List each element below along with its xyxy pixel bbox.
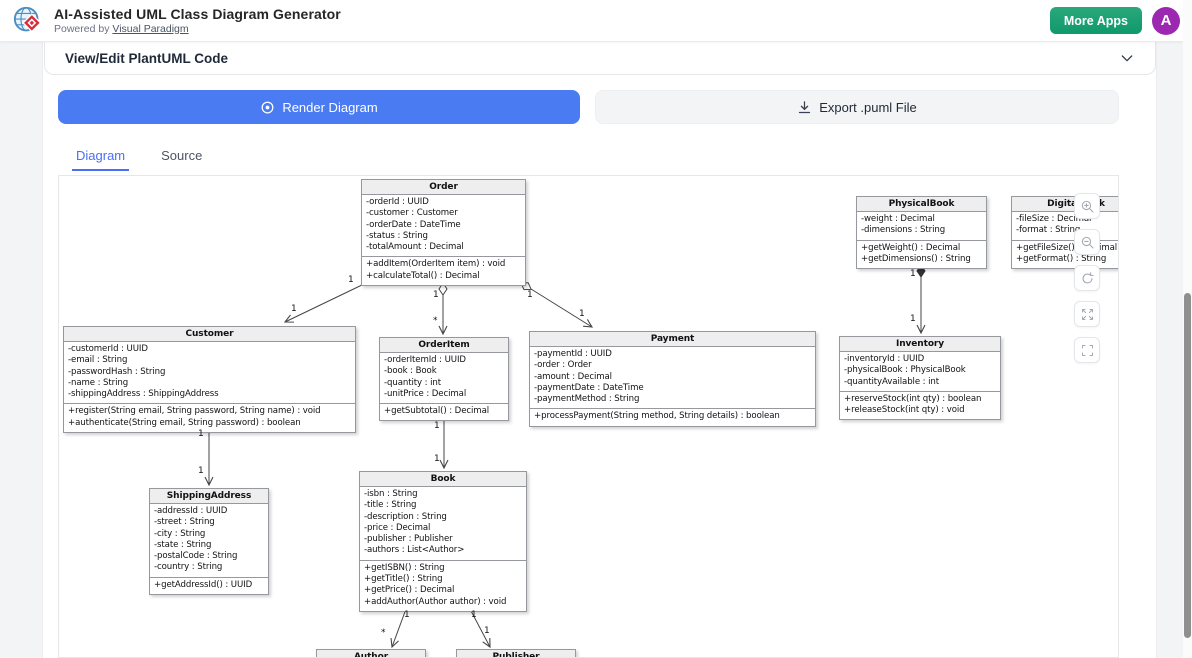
page-scrollbar bbox=[1183, 0, 1192, 658]
expand-button[interactable] bbox=[1074, 301, 1100, 327]
chevron-down-icon[interactable] bbox=[1119, 50, 1135, 66]
expand-icon bbox=[1080, 307, 1095, 322]
export-puml-button[interactable]: Export .puml File bbox=[595, 90, 1119, 124]
diagram-canvas[interactable]: Order -orderId : UUID -customer : Custom… bbox=[58, 175, 1119, 658]
page-title: AI-Assisted UML Class Diagram Generator bbox=[54, 6, 341, 22]
avatar[interactable]: A bbox=[1152, 7, 1180, 35]
multiplicity-label: 1 bbox=[527, 290, 533, 300]
tab-source[interactable]: Source bbox=[157, 142, 206, 171]
zoom-in-button[interactable] bbox=[1074, 193, 1100, 219]
multiplicity-label: 1 bbox=[291, 304, 297, 314]
canvas-controls bbox=[1074, 193, 1100, 363]
multiplicity-label: * bbox=[433, 316, 438, 326]
uml-class-orderitem: OrderItem -orderItemId : UUID -book : Bo… bbox=[379, 337, 509, 421]
multiplicity-label: 1 bbox=[910, 314, 916, 324]
reset-icon bbox=[1080, 271, 1095, 286]
zoom-out-icon bbox=[1080, 235, 1095, 250]
zoom-out-button[interactable] bbox=[1074, 229, 1100, 255]
more-apps-button[interactable]: More Apps bbox=[1050, 7, 1142, 34]
multiplicity-label: 1 bbox=[198, 466, 204, 476]
multiplicity-label: 1 bbox=[434, 421, 440, 431]
scrollbar-thumb[interactable] bbox=[1184, 293, 1191, 638]
uml-class-digitalbook: DigitalBook -fileSize : Decimal -format … bbox=[1011, 196, 1119, 269]
uml-class-author: Author bbox=[316, 649, 426, 658]
uml-class-inventory: Inventory -inventoryId : UUID -physicalB… bbox=[839, 336, 1001, 420]
fit-to-screen-button[interactable] bbox=[1074, 337, 1100, 363]
view-tabs: Diagram Source bbox=[58, 140, 1119, 171]
uml-class-order: Order -orderId : UUID -customer : Custom… bbox=[361, 179, 526, 286]
visual-paradigm-link[interactable]: Visual Paradigm bbox=[112, 23, 188, 35]
zoom-in-icon bbox=[1080, 199, 1095, 214]
panel-title: View/Edit PlantUML Code bbox=[65, 51, 228, 66]
uml-class-payment: Payment -paymentId : UUID -order : Order… bbox=[529, 331, 816, 427]
app-header: AI-Assisted UML Class Diagram Generator … bbox=[0, 0, 1192, 42]
render-diagram-button[interactable]: Render Diagram bbox=[58, 90, 580, 124]
multiplicity-label: * bbox=[381, 628, 386, 638]
uml-class-shippingaddress: ShippingAddress -addressId : UUID -stree… bbox=[149, 488, 269, 595]
multiplicity-label: 1 bbox=[348, 275, 354, 285]
multiplicity-label: 1 bbox=[434, 454, 440, 464]
multiplicity-label: 1 bbox=[404, 610, 410, 620]
plantuml-code-panel-header[interactable]: View/Edit PlantUML Code bbox=[44, 42, 1156, 75]
visual-paradigm-logo bbox=[12, 4, 46, 38]
uml-class-customer: Customer -customerId : UUID -email : Str… bbox=[63, 326, 356, 433]
multiplicity-label: 1 bbox=[579, 309, 585, 319]
fit-to-screen-icon bbox=[1080, 343, 1095, 358]
multiplicity-label: 1 bbox=[484, 626, 490, 636]
preview-icon bbox=[260, 100, 275, 115]
multiplicity-label: 1 bbox=[471, 610, 477, 620]
powered-by: Powered by Visual Paradigm bbox=[54, 23, 341, 35]
multiplicity-label: 1 bbox=[910, 269, 916, 279]
multiplicity-label: 1 bbox=[198, 429, 204, 439]
uml-class-physicalbook: PhysicalBook -weight : Decimal -dimensio… bbox=[856, 196, 987, 269]
reset-view-button[interactable] bbox=[1074, 265, 1100, 291]
uml-class-publisher: Publisher bbox=[456, 649, 576, 658]
multiplicity-label: 1 bbox=[433, 290, 439, 300]
tab-diagram[interactable]: Diagram bbox=[72, 142, 129, 171]
uml-class-book: Book -isbn : String -title : String -des… bbox=[359, 471, 527, 612]
download-icon bbox=[797, 100, 812, 115]
